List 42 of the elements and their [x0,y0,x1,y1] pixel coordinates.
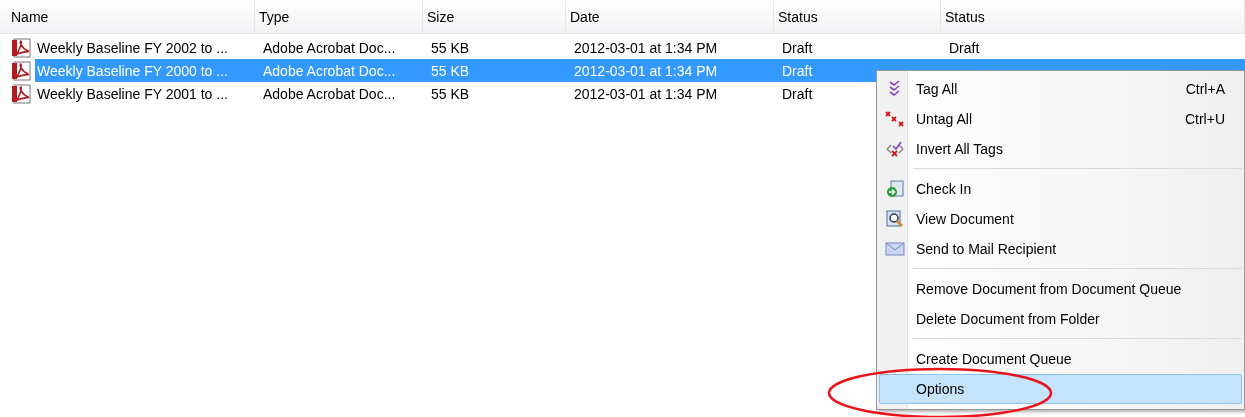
menu-item[interactable]: Create Document Queue [879,344,1242,374]
table-cell-text: Adobe Acrobat Doc... [262,62,396,79]
table-cell-text: 2012-03-01 at 1:34 PM [573,62,718,79]
menu-item[interactable]: Invert All Tags [879,134,1242,164]
table-cell-text: Adobe Acrobat Doc... [262,85,396,102]
pdf-file-icon [11,83,33,104]
menu-item[interactable]: Delete Document from Folder [879,304,1242,334]
table-cell-text: Adobe Acrobat Doc... [262,39,396,56]
magnifier-document-icon [886,210,904,228]
column-header[interactable]: Status [774,0,941,33]
table-cell-text: 2012-03-01 at 1:34 PM [573,39,718,56]
column-header[interactable]: Size [423,0,566,33]
column-header[interactable]: Date [566,0,774,33]
column-header[interactable]: Status [941,0,1245,33]
menu-item[interactable]: View Document [879,204,1242,234]
table-cell-text: Draft [948,39,980,56]
cross-marks-icon [885,110,905,128]
table-cell-text: Draft [781,85,813,102]
pdf-file-icon [11,60,33,81]
shortcut-label: Ctrl+A [1185,81,1225,97]
file-name: Weekly Baseline FY 2002 to ... [37,39,228,56]
table-cell-text: 2012-03-01 at 1:34 PM [573,85,718,102]
table-cell-text: 55 KB [430,85,470,102]
shortcut-label: Ctrl+U [1184,111,1225,127]
menu-item[interactable]: Remove Document from Document Queue [879,274,1242,304]
invert-tags-icon [885,140,905,158]
column-header[interactable]: Type [255,0,423,33]
document-arrow-icon [886,180,904,198]
table-cell-text: 55 KB [430,39,470,56]
pdf-file-icon [11,37,33,58]
table-cell-text: 55 KB [430,62,470,79]
table-row[interactable]: Weekly Baseline FY 2002 to ... Adobe Acrobat Doc... 55 KB 2012-03-01 at 1:34 PM Draft Draft [0,36,1245,59]
menu-item[interactable]: Check In [879,174,1242,204]
menu-item[interactable]: Options [879,374,1242,404]
file-name: Weekly Baseline FY 2000 to ... [37,62,228,79]
envelope-icon [885,242,905,256]
file-name: Weekly Baseline FY 2001 to ... [37,85,228,102]
table-cell-text: Draft [781,62,813,79]
menu-item[interactable]: Untag All Ctrl+U [879,104,1242,134]
table-cell-text: Draft [781,39,813,56]
menu-item[interactable]: Send to Mail Recipient [879,234,1242,264]
column-header[interactable]: Name [0,0,255,33]
